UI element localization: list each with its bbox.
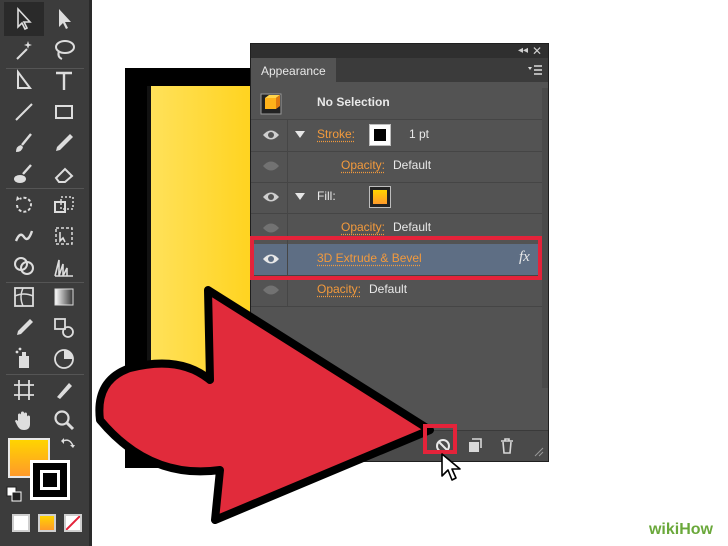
- rotate-tool-icon[interactable]: [4, 188, 44, 222]
- stroke-color-swatch[interactable]: [30, 460, 70, 500]
- gradient-mode-button[interactable]: [38, 514, 56, 532]
- eraser-tool-icon[interactable]: [44, 157, 84, 191]
- type-tool-icon[interactable]: [44, 64, 84, 98]
- stroke-row[interactable]: Stroke: 1 pt: [251, 120, 542, 152]
- blob-brush-tool-icon[interactable]: [4, 157, 44, 191]
- opacity-value: Default: [393, 220, 432, 234]
- resize-grip-icon[interactable]: [534, 447, 544, 457]
- wikihow-watermark: wikiHow: [641, 518, 721, 542]
- eyedropper-tool-icon[interactable]: [4, 311, 44, 345]
- shape-builder-tool-icon[interactable]: [4, 250, 44, 284]
- pen-tool-icon[interactable]: [4, 64, 44, 98]
- visibility-eye-icon[interactable]: [262, 283, 280, 297]
- effect-row-highlight: [250, 236, 542, 280]
- perspective-grid-tool-icon[interactable]: [44, 250, 84, 284]
- color-mode-button[interactable]: [12, 514, 30, 532]
- visibility-eye-icon[interactable]: [262, 128, 280, 142]
- visibility-eye-icon[interactable]: [262, 190, 280, 204]
- direct-selection-tool-icon[interactable]: [44, 2, 84, 36]
- scale-tool-icon[interactable]: [44, 188, 84, 222]
- mesh-tool-icon[interactable]: [4, 280, 44, 314]
- duplicate-item-icon[interactable]: [466, 437, 484, 455]
- fill-swatch[interactable]: [369, 186, 391, 208]
- fill-label[interactable]: Fill:: [317, 189, 336, 203]
- default-fill-stroke-icon[interactable]: [6, 486, 22, 502]
- none-mode-button[interactable]: [64, 514, 82, 532]
- artboard-tool-icon[interactable]: [4, 373, 44, 407]
- delete-item-icon[interactable]: [498, 437, 516, 455]
- tab-appearance[interactable]: Appearance: [251, 58, 336, 82]
- graph-tool-icon[interactable]: [44, 342, 84, 376]
- stroke-weight-value[interactable]: 1 pt: [409, 127, 429, 141]
- visibility-eye-icon[interactable]: [262, 159, 280, 173]
- panel-tab-bar: Appearance: [251, 58, 548, 82]
- free-transform-tool-icon[interactable]: [44, 219, 84, 253]
- pencil-tool-icon[interactable]: [44, 126, 84, 160]
- rectangle-tool-icon[interactable]: [44, 95, 84, 129]
- disclosure-triangle-icon[interactable]: [295, 131, 305, 138]
- close-panel-icon[interactable]: ✕: [532, 44, 542, 58]
- swap-fill-stroke-icon[interactable]: [60, 436, 76, 452]
- clear-appearance-highlight: [423, 424, 457, 454]
- collapse-panel-icon[interactable]: ◂◂: [518, 45, 528, 56]
- panel-menu-icon[interactable]: [528, 64, 542, 76]
- warp-tool-icon[interactable]: [4, 219, 44, 253]
- fill-row[interactable]: Fill:: [251, 182, 542, 214]
- paintbrush-tool-icon[interactable]: [4, 126, 44, 160]
- book-artwork-cover: [147, 86, 261, 456]
- opacity-value: Default: [393, 158, 432, 172]
- panel-bottom-bar: [251, 430, 548, 461]
- gradient-tool-icon[interactable]: [44, 280, 84, 314]
- opacity-label[interactable]: Opacity:: [317, 282, 361, 296]
- selection-row: No Selection: [251, 88, 542, 120]
- panel-scrollbar[interactable]: [542, 88, 548, 388]
- object-thumbnail-icon: [260, 93, 282, 115]
- selection-tool-icon[interactable]: [4, 2, 44, 36]
- visibility-eye-icon[interactable]: [262, 221, 280, 235]
- opacity-value: Default: [369, 282, 408, 296]
- blend-tool-icon[interactable]: [44, 311, 84, 345]
- lasso-tool-icon[interactable]: [44, 33, 84, 67]
- toolbox-edge: [89, 0, 92, 546]
- stroke-opacity-row[interactable]: Opacity: Default: [251, 151, 542, 183]
- slice-tool-icon[interactable]: [44, 373, 84, 407]
- opacity-label[interactable]: Opacity:: [341, 220, 385, 234]
- toolbox: [0, 0, 92, 546]
- hand-tool-icon[interactable]: [4, 403, 44, 437]
- symbol-sprayer-tool-icon[interactable]: [4, 342, 44, 376]
- stroke-label[interactable]: Stroke:: [317, 127, 355, 141]
- selection-label: No Selection: [317, 95, 390, 109]
- zoom-tool-icon[interactable]: [44, 403, 84, 437]
- panel-title-bar[interactable]: ◂◂ ✕: [251, 44, 548, 58]
- opacity-label[interactable]: Opacity:: [341, 158, 385, 172]
- mouse-cursor-icon: [441, 453, 461, 481]
- magic-wand-tool-icon[interactable]: [4, 33, 44, 67]
- disclosure-triangle-icon[interactable]: [295, 193, 305, 200]
- line-tool-icon[interactable]: [4, 95, 44, 129]
- stroke-swatch[interactable]: [369, 124, 391, 146]
